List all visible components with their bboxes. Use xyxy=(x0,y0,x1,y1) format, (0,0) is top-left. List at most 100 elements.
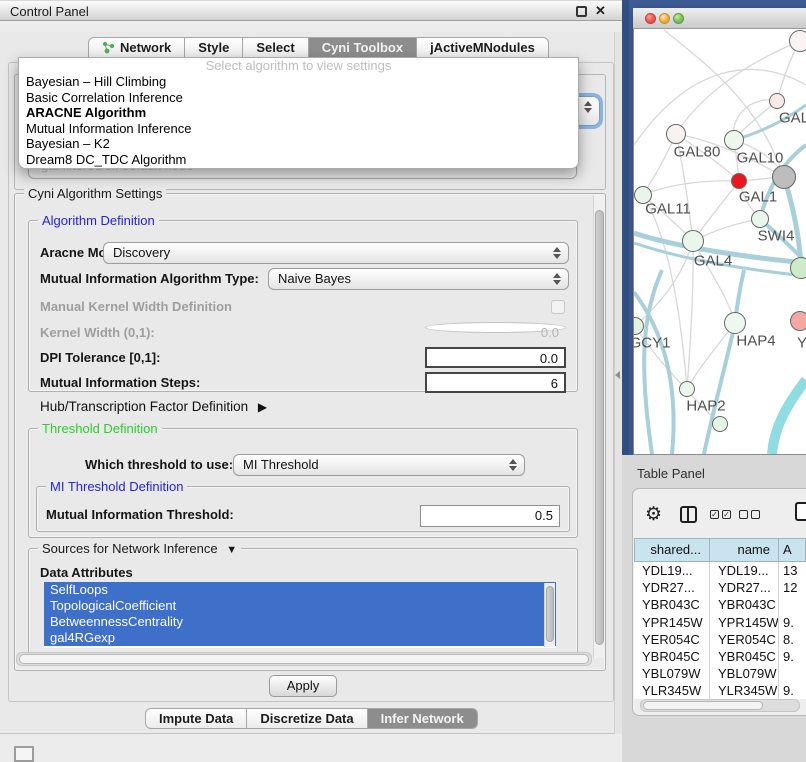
sources-legend[interactable]: Sources for Network Inference ▼ xyxy=(38,541,241,556)
table-cell xyxy=(779,596,806,613)
aracne-mode-combo[interactable]: Discovery xyxy=(103,242,569,264)
table-horizontal-thumb[interactable] xyxy=(643,701,763,710)
network-node-gal80[interactable] xyxy=(666,124,686,144)
settings-horizontal-thumb[interactable] xyxy=(19,654,589,664)
column-header[interactable]: A xyxy=(779,538,806,562)
zoom-traffic-light-icon[interactable] xyxy=(673,13,684,24)
algorithm-dropdown-popup: Select algorithm to view settings Bayesi… xyxy=(18,57,579,169)
data-attribute-item[interactable]: SelfLoops xyxy=(44,582,556,598)
select-all-icon[interactable]: ✓✓ xyxy=(710,510,731,519)
popup-placeholder: Select algorithm to view settings xyxy=(19,58,578,74)
network-node-hap4[interactable] xyxy=(724,312,746,334)
sources-legend-label: Sources for Network Inference xyxy=(42,541,218,556)
table-row[interactable]: YBR045CYBR045C9. xyxy=(634,648,806,665)
attributes-scrollbar-thumb[interactable] xyxy=(546,586,554,642)
close-icon[interactable]: ✕ xyxy=(595,3,606,19)
table-row[interactable]: YBR043CYBR043C xyxy=(634,596,806,613)
network-node-label: GAL4 xyxy=(694,253,732,270)
algorithm-option[interactable]: Bayesian – Hill Climbing xyxy=(19,74,578,90)
table-cell: YBR043C xyxy=(634,596,710,613)
column-header[interactable]: shared... xyxy=(634,538,710,562)
network-node-gal10[interactable] xyxy=(724,130,744,150)
close-traffic-light-icon[interactable] xyxy=(645,13,656,24)
network-canvas[interactable]: GALGAL80GAL10GAL1GAL11SWI4GAL4GCY1HAP4YH… xyxy=(634,30,806,454)
tab-label: Cyni Toolbox xyxy=(322,38,403,58)
data-attribute-item[interactable]: BetweennessCentrality xyxy=(44,614,556,630)
page-icon[interactable] xyxy=(795,502,806,521)
mi-steps-field[interactable]: 6 xyxy=(425,372,566,393)
table-row[interactable]: YDR27...YDR27...12 xyxy=(634,579,806,596)
network-node-gal4[interactable] xyxy=(682,230,704,252)
deselect-all-icon[interactable] xyxy=(739,510,760,519)
combo-arrows-icon xyxy=(583,100,592,114)
tab-infer-network[interactable]: Infer Network xyxy=(368,708,478,729)
data-attribute-item[interactable]: gal4RGexp xyxy=(44,630,556,646)
table-cell: 8. xyxy=(779,631,806,648)
manual-kernel-checkbox[interactable] xyxy=(551,300,565,314)
mi-type-combo[interactable]: Naive Bayes xyxy=(268,268,569,290)
table-cell: 12 xyxy=(779,579,806,596)
divider-collapse-icon[interactable] xyxy=(615,371,620,379)
float-window-icon[interactable] xyxy=(576,6,587,17)
algorithm-option[interactable]: Mutual Information Inference xyxy=(19,121,578,137)
which-threshold-combo[interactable]: MI Threshold xyxy=(233,454,525,476)
algorithm-option[interactable]: Bayesian – K2 xyxy=(19,136,578,152)
algorithm-option[interactable]: ARACNE Algorithm xyxy=(19,105,578,121)
table-cell: 13 xyxy=(779,562,806,579)
mi-type-label: Mutual Information Algorithm Type: xyxy=(40,268,259,290)
tab-label: Impute Data xyxy=(159,709,233,729)
network-node-hap2[interactable] xyxy=(679,381,695,397)
network-node[interactable] xyxy=(790,257,806,279)
network-node-y[interactable] xyxy=(790,311,806,331)
network-window-titlebar[interactable] xyxy=(633,8,806,29)
data-attribute-item[interactable]: TopologicalCoefficient xyxy=(44,598,556,614)
network-node[interactable] xyxy=(712,416,728,432)
tab-discretize-data[interactable]: Discretize Data xyxy=(247,708,367,729)
settings-horizontal-scrollbar[interactable] xyxy=(16,652,592,666)
table-row[interactable]: YER054CYER054C8. xyxy=(634,631,806,648)
tab-select[interactable]: Select xyxy=(243,37,308,58)
tab-label: Infer Network xyxy=(381,709,464,729)
mi-threshold-field[interactable]: 0.5 xyxy=(420,505,560,527)
settings-vertical-scrollbar[interactable] xyxy=(593,195,605,658)
table-row[interactable]: YPR145WYPR145W9. xyxy=(634,614,806,631)
minimized-panel-icon[interactable] xyxy=(14,746,34,762)
table-cell: YBR045C xyxy=(710,648,779,665)
network-node-label: SWI4 xyxy=(758,228,795,245)
attributes-scrollbar[interactable] xyxy=(544,583,555,647)
table-row[interactable]: YDL19...YDL19...13 xyxy=(634,562,806,579)
table-cell: YBL079W xyxy=(634,665,710,682)
network-node[interactable] xyxy=(772,165,796,189)
mi-steps-label: Mutual Information Steps: xyxy=(40,372,200,394)
column-header[interactable]: name xyxy=(710,538,779,562)
tab-cyni-toolbox[interactable]: Cyni Toolbox xyxy=(309,37,417,58)
table-row[interactable]: YBL079WYBL079W xyxy=(634,665,806,682)
tab-impute-data[interactable]: Impute Data xyxy=(145,708,247,729)
tab-label: Style xyxy=(198,38,229,58)
hub-expander[interactable]: Hub/Transcription Factor Definition ▶ xyxy=(40,399,267,414)
network-node-label: HAP2 xyxy=(686,398,725,415)
panel-divider[interactable] xyxy=(614,32,622,734)
kernel-width-field: 0.0 xyxy=(425,322,566,333)
dpi-tolerance-field[interactable]: 0.0 xyxy=(425,347,566,368)
algorithm-option[interactable]: Basic Correlation Inference xyxy=(19,90,578,106)
gear-icon[interactable]: ⚙ xyxy=(645,503,662,526)
table-cell: YBR043C xyxy=(710,596,779,613)
network-node-gal[interactable] xyxy=(769,93,785,109)
network-node-swi4[interactable] xyxy=(751,210,769,228)
expander-right-arrow-icon: ▶ xyxy=(258,400,267,414)
algorithm-option[interactable]: Dream8 DC_TDC Algorithm xyxy=(19,152,578,168)
tab-style[interactable]: Style xyxy=(185,37,243,58)
network-node[interactable] xyxy=(789,30,806,52)
table-horizontal-scrollbar[interactable] xyxy=(640,699,800,712)
network-node-gal1[interactable] xyxy=(731,173,747,189)
tab-network[interactable]: Network xyxy=(88,37,185,58)
minimize-traffic-light-icon[interactable] xyxy=(659,13,670,24)
apply-button[interactable]: Apply xyxy=(269,675,337,697)
tab-jactivemnodules[interactable]: jActiveMNodules xyxy=(417,37,549,58)
columns-icon[interactable] xyxy=(680,506,697,523)
data-attributes-list[interactable]: SelfLoopsTopologicalCoefficientBetweenne… xyxy=(44,582,556,648)
combo-arrows-icon xyxy=(552,246,561,260)
table-row[interactable]: YLR345WYLR345W9. xyxy=(634,682,806,699)
settings-vertical-thumb[interactable] xyxy=(595,210,604,645)
